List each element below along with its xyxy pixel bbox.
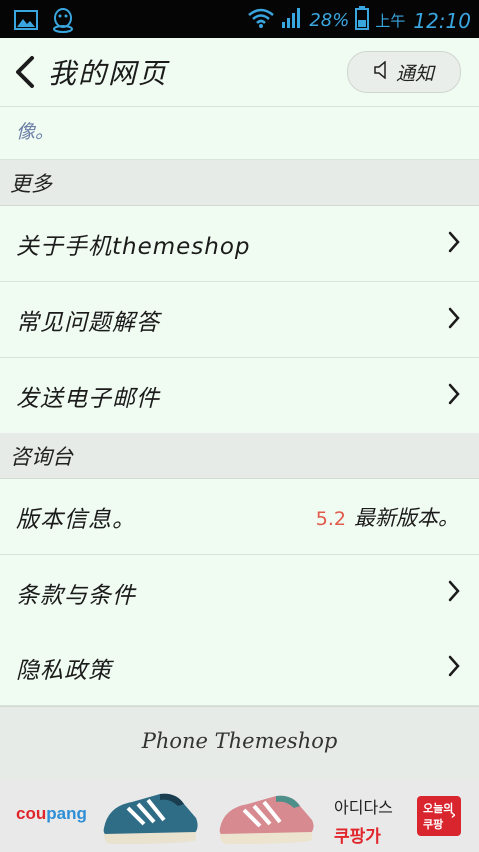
chevron-right-icon	[448, 580, 460, 602]
back-arrow-icon	[16, 56, 34, 88]
menu-item-label: 发送电子邮件	[16, 386, 160, 412]
menu-item-label: 关于手机themeshop	[16, 234, 251, 260]
chevron-right-icon	[448, 307, 460, 329]
ad-brand-part-2: pang	[46, 804, 87, 823]
chevron-right-icon	[448, 231, 460, 253]
partial-row-text: 像。	[16, 121, 55, 143]
ad-banner[interactable]: coupang 아디다스 쿠팡가 오늘의 쿠팡 ›	[0, 780, 479, 852]
ad-brand-logo: coupang	[16, 804, 87, 824]
menu-item-privacy[interactable]: 隐私政策	[0, 630, 479, 706]
menu-item-about[interactable]: 关于手机themeshop	[0, 206, 479, 282]
menu-item-label: 隐私政策	[16, 658, 112, 684]
chevron-right-icon	[448, 655, 460, 677]
ad-cta-line-1: 오늘의	[423, 802, 454, 815]
clock: 12:10	[413, 8, 471, 33]
section-header-more: 更多	[0, 160, 479, 206]
qq-icon	[52, 7, 74, 37]
wifi-icon	[247, 7, 275, 34]
chevron-right-icon: ›	[450, 808, 456, 823]
footer-brand: Phone Themeshop	[141, 729, 338, 753]
battery-icon	[355, 6, 370, 35]
ad-cta-button[interactable]: 오늘의 쿠팡 ›	[417, 796, 461, 836]
version-status: 最新版本。	[354, 506, 459, 530]
sneaker-image	[219, 795, 314, 844]
notice-label: 通知	[395, 62, 434, 85]
menu-item-label: 常见问题解答	[16, 310, 160, 336]
notice-button[interactable]: 通知	[347, 51, 461, 93]
menu-item-version[interactable]: 版本信息。 5.2 最新版本。	[0, 479, 479, 555]
partial-row: 像。	[0, 107, 479, 160]
page-title: 我的网页	[48, 57, 169, 90]
speaker-icon	[374, 59, 390, 84]
signal-icon	[281, 6, 303, 35]
image-icon	[14, 9, 38, 35]
chevron-right-icon	[448, 383, 460, 405]
section-title-more: 更多	[10, 172, 52, 196]
ad-cta-line-2: 쿠팡	[423, 818, 444, 831]
back-button[interactable]	[12, 54, 40, 90]
section-title-console: 咨询台	[10, 445, 73, 469]
menu-item-faq[interactable]: 常见问题解答	[0, 282, 479, 358]
battery-percent: 28%	[309, 10, 350, 31]
ampm-label: 上午	[375, 12, 406, 30]
menu-item-email[interactable]: 发送电子邮件	[0, 358, 479, 434]
ad-line-1: 아디다스	[334, 798, 393, 817]
footer: Phone Themeshop	[0, 706, 479, 781]
status-bar: 28% 上午 12:10	[0, 0, 479, 38]
version-value: 5.2 最新版本。	[316, 502, 459, 532]
ad-line-2: 쿠팡가	[334, 827, 381, 847]
app-header: 我的网页 通知	[0, 38, 479, 107]
section-header-console: 咨询台	[0, 433, 479, 479]
ad-brand-part-1: cou	[16, 804, 47, 823]
ad-copy: 아디다스 쿠팡가	[334, 794, 393, 847]
sneaker-image	[103, 793, 198, 844]
menu-item-label: 条款与条件	[16, 583, 136, 609]
menu-item-label: 版本信息。	[16, 507, 136, 533]
menu-item-terms[interactable]: 条款与条件	[0, 555, 479, 631]
version-number: 5.2	[315, 508, 346, 530]
